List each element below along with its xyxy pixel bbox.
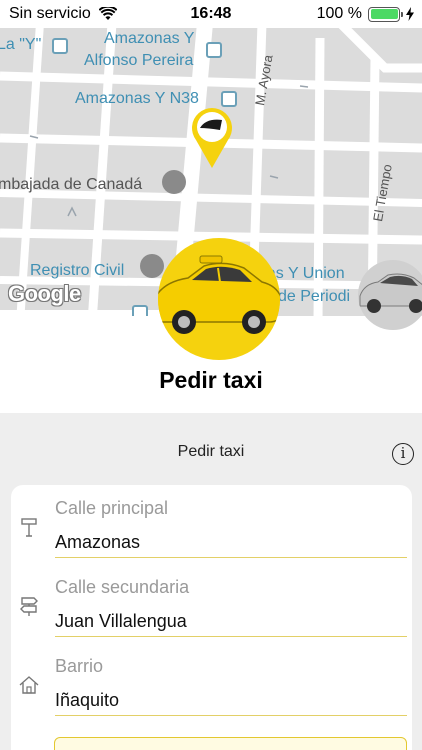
map-label-amazonas-n38: Amazonas Y N38 [75,90,199,107]
building-icon [140,254,164,278]
bus-stop-icon [132,305,148,316]
info-icon[interactable]: i [392,443,414,465]
submit-button[interactable] [54,737,407,750]
museum-icon [162,170,186,194]
bus-stop-icon [52,38,68,54]
secondary-street-underline [55,636,407,637]
bus-stop-icon [206,42,222,58]
form-header: Pedir taxi [177,443,245,460]
request-form-section: Pedir taxi i Calle principal Amazonas Ca… [0,413,422,750]
google-logo: Google [8,281,81,306]
page-title: Pedir taxi [159,367,263,393]
yellow-taxi-icon [158,255,280,334]
battery-fill [370,9,398,19]
signpost-icon [21,518,37,537]
neighborhood-label: Barrio [55,656,104,676]
neighborhood-underline [55,715,407,716]
map-label-embajada: mbajada de Canadá [0,176,143,193]
main-street-label: Calle principal [55,498,169,518]
main-street-field[interactable]: Calle principal Amazonas [11,485,412,564]
address-card: Calle principal Amazonas Calle secundari… [11,485,412,750]
charging-icon [406,7,414,21]
status-bar: Sin servicio 16:48 100 % [0,0,422,28]
map-label-amazonas-y: Amazonas Y [104,30,195,47]
main-street-value[interactable]: Amazonas [55,532,140,553]
status-right: 100 % [317,5,414,23]
secondary-street-field[interactable]: Calle secundaria Juan Villalengua [11,564,412,643]
secondary-street-value[interactable]: Juan Villalengua [55,611,187,632]
map-label-alfonso-pereira: Alfonso Pereira [84,52,194,69]
map-label-la-y: La "Y" [0,36,42,53]
bus-stop-icon [221,91,237,107]
taxi-option-silver[interactable] [358,260,422,330]
secondary-street-label: Calle secundaria [55,577,190,597]
main-street-underline [55,557,407,558]
neighborhood-value[interactable]: Iñaquito [55,690,119,711]
map-label-registro-civil: Registro Civil [30,262,125,279]
home-icon [19,676,39,694]
directions-sign-icon [20,597,38,616]
taxi-option-yellow[interactable] [158,238,280,360]
neighborhood-field[interactable]: Barrio Iñaquito [11,643,412,722]
location-pin-icon[interactable] [190,106,234,170]
battery-percent: 100 % [316,5,362,22]
battery-icon [368,6,403,22]
map-label-periodico: de Periodi [278,288,351,305]
silver-car-icon [359,273,422,313]
